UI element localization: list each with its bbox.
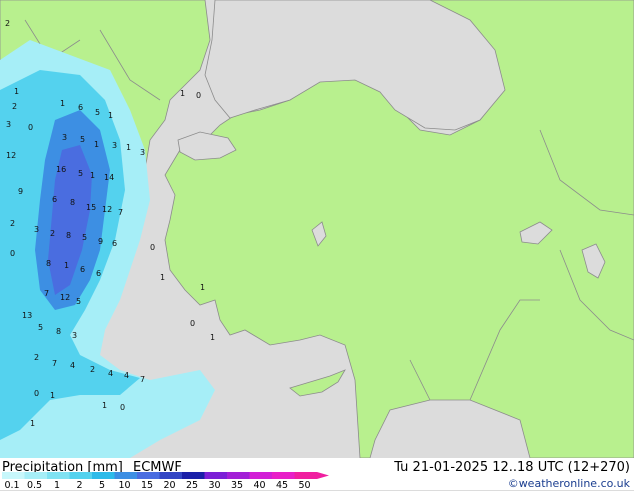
color-scale-tick: 25 xyxy=(185,480,199,491)
color-scale-tick: 40 xyxy=(253,480,266,491)
rain-amount-label: 0 xyxy=(120,403,125,412)
color-scale-tick: 5 xyxy=(98,480,106,491)
rain-amount-label: 4 xyxy=(108,369,113,378)
color-scale-tick: 1 xyxy=(53,480,61,491)
rain-amount-label: 6 xyxy=(80,265,85,274)
rain-amount-label: 1 xyxy=(180,89,185,98)
rain-amount-label: 7 xyxy=(52,359,57,368)
color-scale-swatch xyxy=(204,472,227,479)
rain-amount-label: 5 xyxy=(80,135,85,144)
color-scale-swatch xyxy=(249,472,272,479)
rain-amount-label: 0 xyxy=(190,319,195,328)
rain-amount-label: 3 xyxy=(34,225,39,234)
rain-amount-label: 6 xyxy=(96,269,101,278)
color-scale xyxy=(2,472,329,479)
rain-amount-label: 0 xyxy=(196,91,201,100)
color-scale-swatch xyxy=(92,472,115,479)
rain-amount-label: 1 xyxy=(50,391,55,400)
color-scale-tick: 20 xyxy=(163,480,176,491)
rain-amount-label: 6 xyxy=(112,239,117,248)
rain-amount-label: 6 xyxy=(78,103,83,112)
color-scale-tick: 50 xyxy=(298,480,311,491)
color-scale-tick: 45 xyxy=(275,480,289,491)
color-scale-tick: 2 xyxy=(76,480,83,491)
color-scale-tick: 10 xyxy=(118,480,131,491)
rain-amount-label: 5 xyxy=(76,297,81,306)
rain-amount-label: 9 xyxy=(18,187,23,196)
color-scale-swatch xyxy=(159,472,182,479)
rain-amount-label: 0 xyxy=(10,249,15,258)
rain-amount-label: 15 xyxy=(86,203,96,212)
rain-amount-label: 1 xyxy=(200,283,205,292)
rain-amount-label: 1 xyxy=(60,99,65,108)
color-scale-tick: 0.5 xyxy=(26,480,43,491)
color-scale-tick: 15 xyxy=(140,480,154,491)
rain-amount-label: 8 xyxy=(46,259,51,268)
rain-amount-label: 1 xyxy=(126,143,131,152)
rain-amount-label: 0 xyxy=(150,243,155,252)
color-scale-swatch xyxy=(24,472,47,479)
rain-amount-label: 1 xyxy=(210,333,215,342)
rain-amount-label: 1 xyxy=(90,171,95,180)
rain-amount-label: 7 xyxy=(118,208,123,217)
rain-amount-label: 13 xyxy=(22,311,32,320)
valid-time: Tu 21-01-2025 12..18 UTC (12+270) xyxy=(394,460,630,475)
color-scale-tick: 30 xyxy=(208,480,221,491)
precipitation-map: 2123 0129201 65 13 51 3 1316 5 1 146 815 12 73 2 8 5 9 68… xyxy=(0,0,634,458)
rain-amount-label: 14 xyxy=(104,173,114,182)
color-scale-tick: 35 xyxy=(230,480,244,491)
color-scale-swatch xyxy=(69,472,92,479)
rain-amount-label: 2 xyxy=(34,353,39,362)
rain-amount-label: 3 xyxy=(112,141,117,150)
rain-amount-label: 4 xyxy=(70,361,75,370)
rain-amount-label: 5 xyxy=(82,233,87,242)
rain-amount-label: 3 xyxy=(140,148,145,157)
color-scale-arrow xyxy=(317,472,329,479)
rain-amount-label: 1 xyxy=(64,261,69,270)
rain-amount-label: 4 xyxy=(124,371,129,380)
color-scale-swatch xyxy=(294,472,317,479)
color-scale-swatch xyxy=(137,472,160,479)
rain-amount-label: 1 xyxy=(30,419,35,428)
color-scale-swatch xyxy=(114,472,137,479)
rain-amount-label: 9 xyxy=(98,237,103,246)
rain-amount-label: 1 xyxy=(160,273,165,282)
rain-amount-label: 3 xyxy=(62,133,67,142)
credit-link[interactable]: ©weatheronline.co.uk xyxy=(508,477,630,490)
rain-amount-label: 12 xyxy=(60,293,70,302)
rain-amount-label: 3 xyxy=(72,331,77,340)
rain-amount-label: 1 xyxy=(14,87,19,96)
rain-amount-label: 1 xyxy=(108,111,113,120)
rain-amount-label: 0 xyxy=(28,123,33,132)
rain-amount-label: 12 xyxy=(102,205,112,214)
rain-amount-label: 1 xyxy=(102,401,107,410)
rain-amount-label: 2 xyxy=(5,19,10,28)
rain-amount-label: 2 xyxy=(50,229,55,238)
rain-amount-label: 2 xyxy=(90,365,95,374)
rain-amount-label: 16 xyxy=(56,165,66,174)
rain-amount-label: 8 xyxy=(70,198,75,207)
rain-amount-label: 7 xyxy=(44,289,49,298)
rain-amount-label: 2 xyxy=(12,102,17,111)
color-scale-swatch xyxy=(47,472,70,479)
rain-amount-label: 3 xyxy=(6,120,11,129)
rain-amount-label: 6 xyxy=(52,195,57,204)
color-scale-swatch xyxy=(272,472,295,479)
rain-amount-label: 7 xyxy=(140,375,145,384)
rain-amount-label: 5 xyxy=(95,108,100,117)
color-scale-ticks: 0.1 0.5 1 2 5 10 15 20 25 30 35 40 45 50 xyxy=(0,480,330,491)
rain-amount-label: 8 xyxy=(56,327,61,336)
rain-amount-label: 2 xyxy=(10,219,15,228)
rain-amount-label: 12 xyxy=(6,151,16,160)
color-scale-swatch xyxy=(2,472,25,479)
rain-amount-label: 1 xyxy=(94,140,99,149)
rain-amount-label: 0 xyxy=(34,389,39,398)
color-scale-swatch xyxy=(227,472,250,479)
color-scale-swatch xyxy=(182,472,205,479)
rain-amount-label: 8 xyxy=(66,231,71,240)
rain-amount-label: 5 xyxy=(38,323,43,332)
color-scale-tick: 0.1 xyxy=(4,480,20,491)
rain-amount-label: 5 xyxy=(78,169,83,178)
